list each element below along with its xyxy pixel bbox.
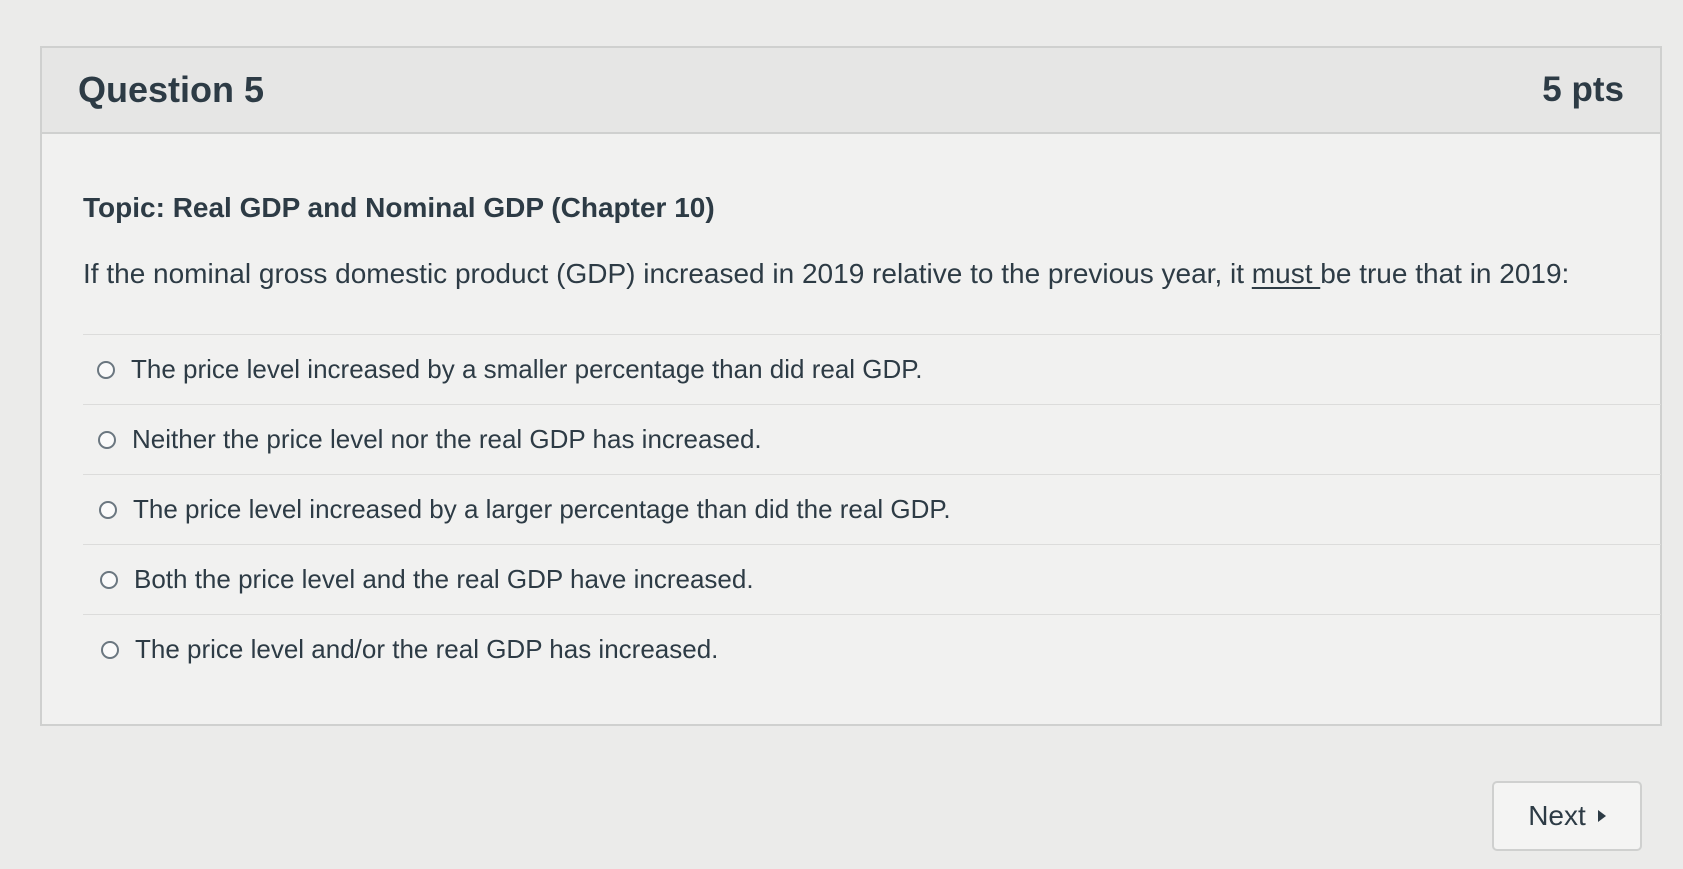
prompt-text-before: If the nominal gross domestic product (G… [83, 258, 1252, 289]
question-prompt: If the nominal gross domestic product (G… [83, 258, 1624, 290]
answer-option-1[interactable]: The price level increased by a smaller p… [83, 334, 1661, 404]
answer-label: The price level increased by a smaller p… [131, 354, 923, 384]
next-label: Next [1528, 800, 1586, 831]
question-body: Topic: Real GDP and Nominal GDP (Chapter… [42, 134, 1661, 684]
answer-option-4[interactable]: Both the price level and the real GDP ha… [83, 544, 1661, 614]
answer-option-5[interactable]: The price level and/or the real GDP has … [83, 614, 1661, 684]
answer-label: Neither the price level nor the real GDP… [132, 424, 762, 454]
prompt-text-after: be true that in 2019: [1320, 258, 1570, 289]
answer-list: The price level increased by a smaller p… [83, 334, 1661, 684]
answer-option-2[interactable]: Neither the price level nor the real GDP… [83, 404, 1661, 474]
answer-label: The price level and/or the real GDP has … [135, 634, 719, 664]
radio-button[interactable] [99, 500, 117, 519]
question-title: Question 5 [78, 69, 265, 110]
question-card: Question 5 5 pts Topic: Real GDP and Nom… [40, 46, 1662, 726]
question-points: 5 pts [1542, 70, 1624, 109]
radio-button[interactable] [100, 570, 118, 589]
question-header: Question 5 5 pts [42, 48, 1660, 134]
caret-right-icon [1597, 810, 1606, 822]
next-button[interactable]: Next [1492, 781, 1642, 851]
radio-button[interactable] [101, 640, 119, 659]
question-topic: Topic: Real GDP and Nominal GDP (Chapter… [83, 192, 715, 223]
prompt-emphasis: must [1251, 258, 1321, 289]
answer-option-3[interactable]: The price level increased by a larger pe… [83, 474, 1661, 544]
answer-label: Both the price level and the real GDP ha… [134, 564, 754, 594]
radio-button[interactable] [98, 430, 116, 449]
radio-button[interactable] [97, 360, 115, 379]
answer-label: The price level increased by a larger pe… [133, 494, 951, 524]
